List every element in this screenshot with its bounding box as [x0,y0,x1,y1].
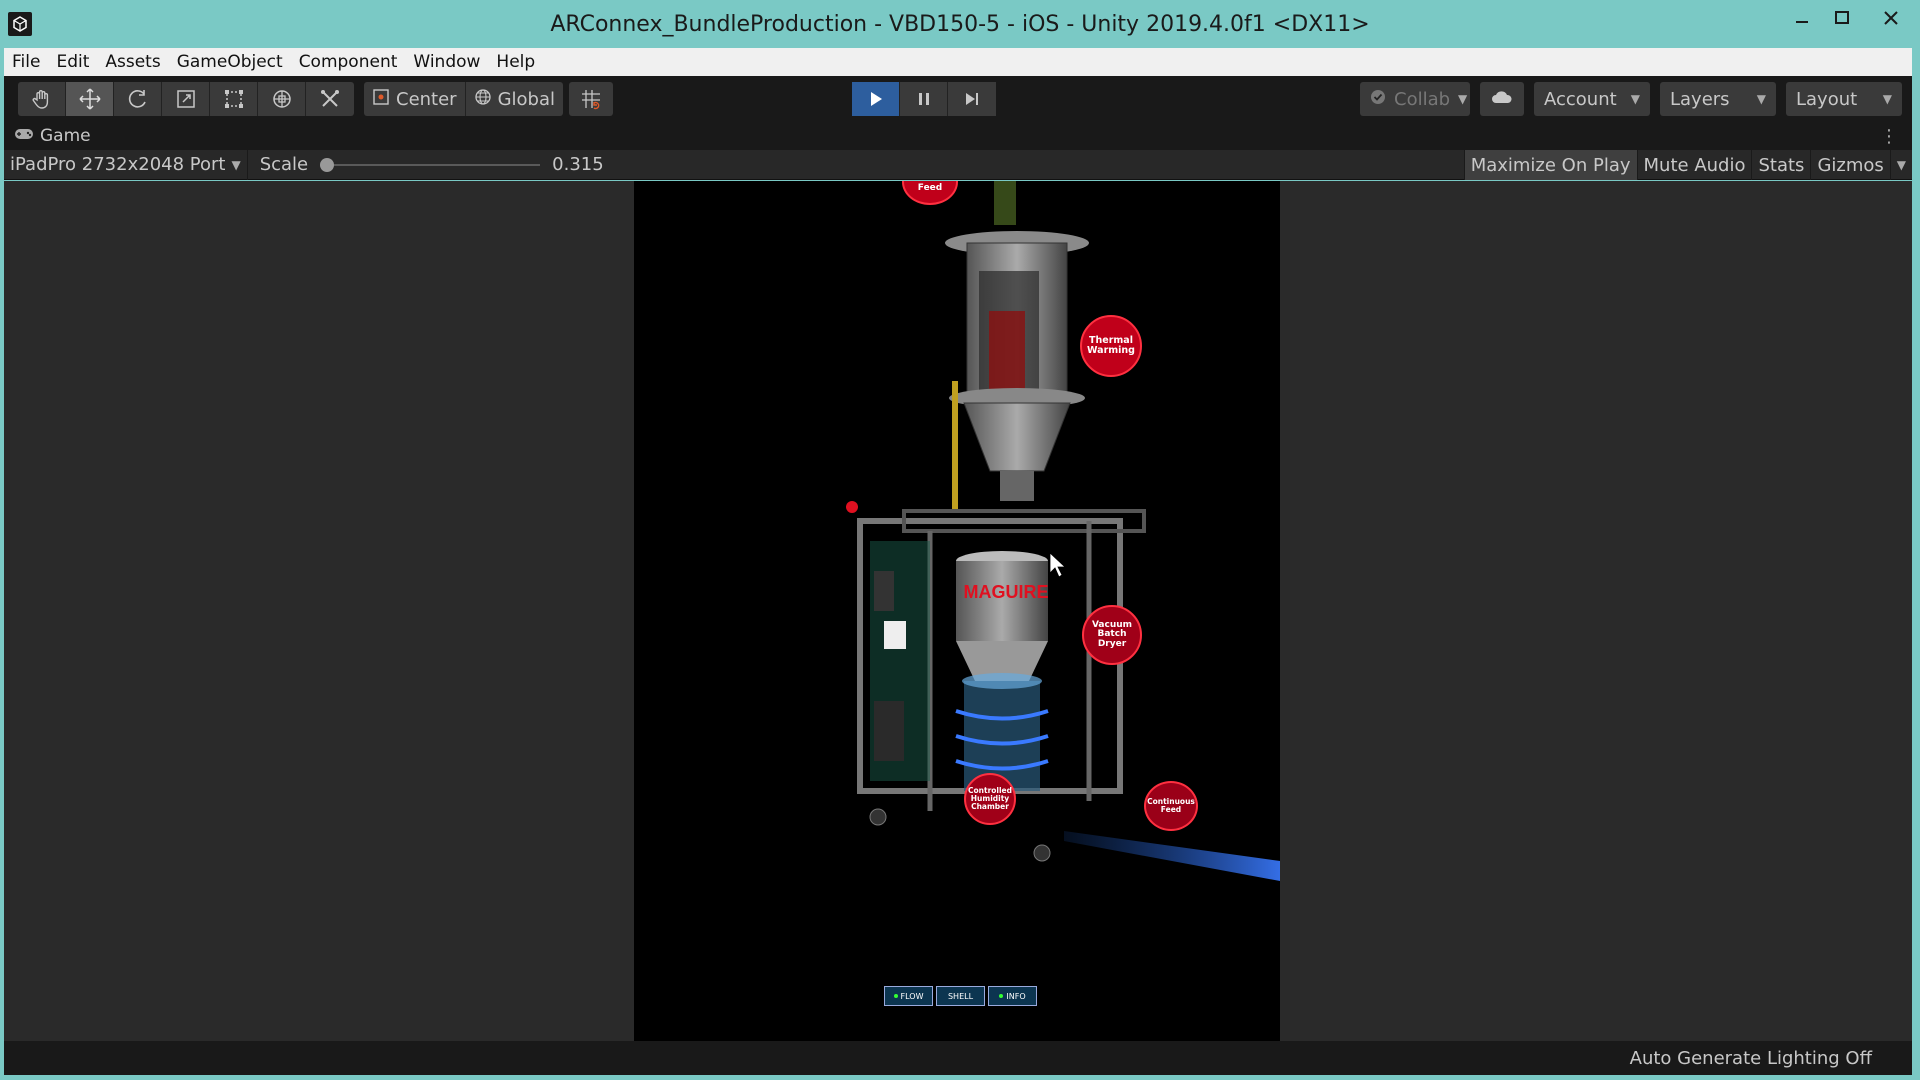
pivot-space-label: Global [497,88,556,110]
layers-label: Layers [1670,88,1730,110]
caret-down-icon: ▼ [1458,92,1468,106]
ar-button-bar: FLOW SHELL INFO [884,986,1037,1006]
step-icon[interactable] [948,82,996,116]
machine-render: MAGUIRE [846,181,1280,881]
title-bar: ARConnex_BundleProduction - VBD150-5 - i… [0,0,1920,48]
label-controlled-humidity-chamber[interactable]: Controlled Humidity Chamber [964,773,1016,825]
caret-down-icon: ▼ [1896,158,1906,172]
scale-slider-thumb[interactable] [320,157,335,172]
close-icon[interactable] [1862,0,1920,36]
pivot-center-icon [372,88,390,111]
gamepad-icon [14,126,34,146]
playback-controls [852,82,996,116]
status-dot-icon [893,994,898,998]
layout-dropdown[interactable]: Layout ▼ [1786,82,1902,116]
collab-button[interactable]: Collab ▼ [1360,82,1470,116]
scale-slider[interactable] [320,157,541,172]
scale-icon[interactable] [162,82,210,116]
scale-value: 0.315 [552,154,604,175]
stats-toggle[interactable]: Stats [1751,150,1810,180]
caret-down-icon: ▼ [1630,92,1640,106]
lighting-status[interactable]: Auto Generate Lighting Off [1630,1048,1872,1069]
window-title: ARConnex_BundleProduction - VBD150-5 - i… [550,11,1370,37]
game-viewport[interactable]: MAGUIRE Feed Thermal Warming Vacuum Batch D… [634,181,1280,1041]
gizmos-label: Gizmos [1817,154,1884,176]
caret-down-icon: ▼ [1882,92,1892,106]
layout-label: Layout [1796,88,1858,110]
shell-button[interactable]: SHELL [936,986,985,1006]
layers-dropdown[interactable]: Layers ▼ [1660,82,1776,116]
unity-logo-icon[interactable] [8,12,32,36]
account-dropdown[interactable]: Account ▼ [1534,82,1650,116]
pivot-controls: Center Global [364,82,564,116]
scale-control: Scale 0.315 [248,154,604,175]
info-button[interactable]: INFO [988,986,1037,1006]
game-view: MAGUIRE Feed Thermal Warming Vacuum Batch D… [4,181,1912,1041]
pivot-mode-label: Center [396,88,457,110]
gizmos-toggle[interactable]: Gizmos [1810,150,1889,180]
resolution-label: iPadPro 2732x2048 Port [10,154,226,175]
cloud-button[interactable] [1480,82,1524,116]
mute-audio-toggle[interactable]: Mute Audio [1636,150,1752,180]
status-dot-icon [999,994,1004,998]
game-view-toolbar: iPadPro 2732x2048 Port ▼ Scale 0.315 Max… [4,149,1912,180]
menu-bar: File Edit Assets GameObject Component Wi… [4,48,1912,76]
rotate-icon[interactable] [114,82,162,116]
account-label: Account [1544,88,1617,110]
brand-text: MAGUIRE [964,582,1049,602]
pause-icon[interactable] [900,82,948,116]
grid-snap-icon[interactable] [569,82,614,116]
rect-icon[interactable] [210,82,258,116]
mouse-cursor-icon [1049,552,1067,578]
flow-button[interactable]: FLOW [884,986,933,1006]
menu-assets[interactable]: Assets [97,52,168,72]
maximize-on-play-toggle[interactable]: Maximize On Play [1463,150,1637,180]
menu-gameobject[interactable]: GameObject [169,52,291,72]
transform-tools [18,82,354,116]
pivot-space-button[interactable]: Global [465,82,564,116]
play-icon[interactable] [852,82,900,116]
status-bar: Auto Generate Lighting Off [4,1041,1912,1075]
gizmos-dropdown[interactable]: ▼ [1889,150,1912,180]
label-thermal-warming[interactable]: Thermal Warming [1080,315,1142,377]
panel-tab-bar: Game ⋮ [4,122,1912,150]
resolution-dropdown[interactable]: iPadPro 2732x2048 Port ▼ [4,149,248,180]
caret-down-icon: ▼ [231,157,241,172]
menu-file[interactable]: File [4,52,48,72]
pivot-mode-button[interactable]: Center [364,82,466,116]
move-icon[interactable] [66,82,114,116]
tab-game[interactable]: Game [4,126,101,146]
transform-icon[interactable] [258,82,306,116]
menu-component[interactable]: Component [291,52,406,72]
check-circle-icon [1370,89,1386,110]
custom-tool-icon[interactable] [306,82,354,116]
kebab-menu-icon[interactable]: ⋮ [1880,126,1898,147]
label-continuous-feed[interactable]: Continuous Feed [1144,781,1198,831]
menu-edit[interactable]: Edit [48,52,97,72]
minimize-icon[interactable] [1782,0,1822,36]
caret-down-icon: ▼ [1756,92,1766,106]
maximize-icon[interactable] [1822,0,1862,36]
label-vacuum-batch-dryer[interactable]: Vacuum Batch Dryer [1082,605,1142,665]
cloud-icon [1491,89,1513,110]
collab-label: Collab [1394,88,1451,110]
scale-label: Scale [259,154,309,175]
menu-window[interactable]: Window [405,52,488,72]
tab-game-label: Game [40,126,91,146]
main-toolbar: Center Global Collab ▼ Account ▼ Layers … [4,76,1912,122]
globe-icon [474,88,492,111]
hand-icon[interactable] [18,82,66,116]
menu-help[interactable]: Help [488,52,543,72]
